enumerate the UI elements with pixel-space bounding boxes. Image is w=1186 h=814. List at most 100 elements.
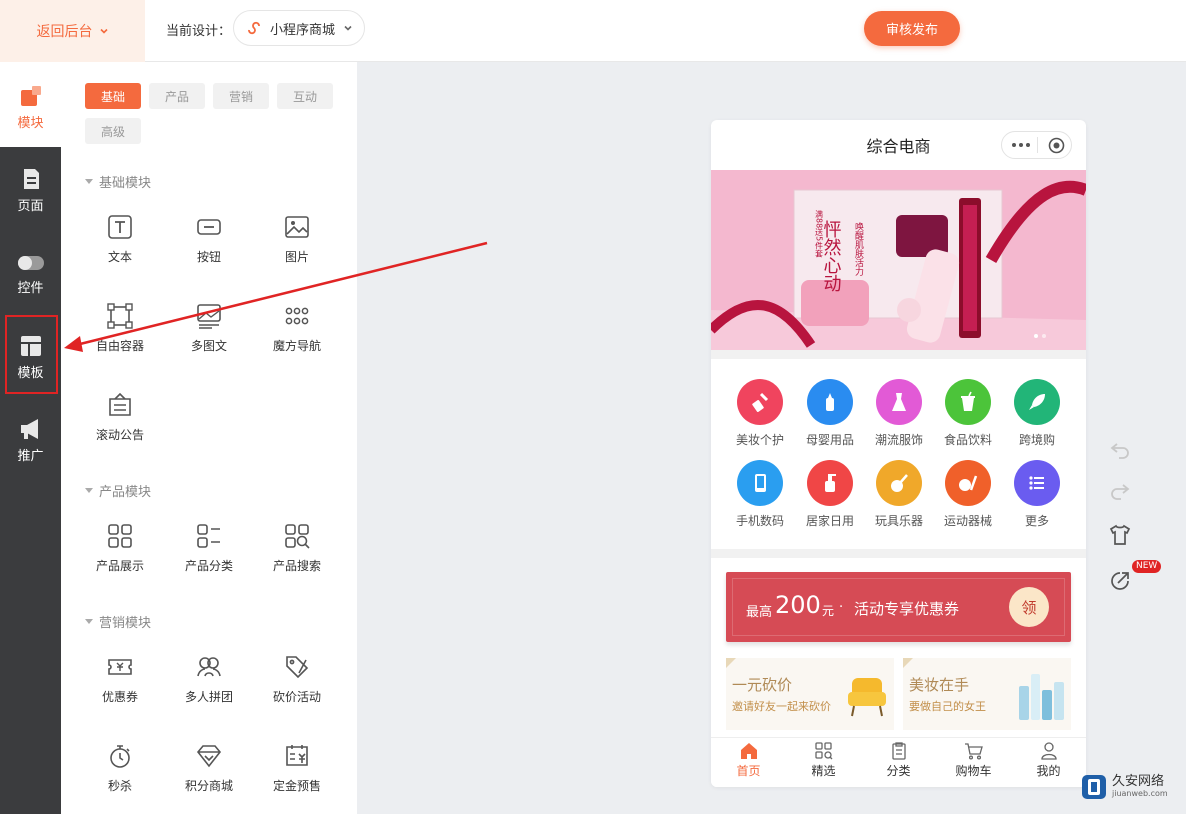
category-digital[interactable]: 手机数码 bbox=[725, 460, 795, 529]
publish-button[interactable]: 审核发布 bbox=[864, 11, 960, 46]
multi-image-icon bbox=[197, 304, 221, 329]
module-group-buy[interactable]: 多人拼团 bbox=[169, 654, 249, 724]
watermark-logo: 久安网络 jiuanweb.com bbox=[1080, 772, 1180, 802]
rocket-icon bbox=[1014, 379, 1060, 425]
section-marketing[interactable]: 营销模块 bbox=[85, 612, 151, 631]
close-target-icon bbox=[1048, 137, 1065, 154]
category-toys[interactable]: 玩具乐器 bbox=[864, 460, 934, 529]
category-food[interactable]: 食品饮料 bbox=[933, 379, 1003, 448]
rail-item-pages[interactable]: 页面 bbox=[0, 150, 61, 230]
coupon-dot: · bbox=[839, 600, 844, 615]
banner-tag: 满88送5件套 bbox=[815, 209, 824, 258]
list-icon bbox=[1014, 460, 1060, 506]
module-coupon[interactable]: 优惠券 bbox=[80, 654, 160, 724]
tabbar-home[interactable]: 首页 bbox=[711, 742, 786, 779]
module-label: 定金预售 bbox=[272, 779, 321, 793]
section-title: 产品模块 bbox=[99, 485, 152, 500]
rail-item-label: 页面 bbox=[17, 198, 44, 214]
module-flash-sale[interactable]: 秒杀 bbox=[80, 743, 160, 813]
section-basic[interactable]: 基础模块 bbox=[85, 172, 151, 191]
baby-bottle-icon bbox=[807, 379, 853, 425]
corner-tag-icon bbox=[903, 658, 913, 668]
promo-bargain[interactable]: 一元砍价 邀请好友一起来砍价 bbox=[726, 658, 894, 730]
tabbar-category[interactable]: 分类 bbox=[861, 742, 936, 779]
button-icon bbox=[197, 219, 221, 235]
tab-interaction[interactable]: 互动 bbox=[277, 83, 333, 109]
watermark-name: 久安网络 bbox=[1112, 774, 1165, 790]
module-product-search[interactable]: 产品搜索 bbox=[257, 523, 337, 593]
tab-advanced[interactable]: 高级 bbox=[85, 118, 141, 144]
category-fashion[interactable]: 潮流服饰 bbox=[864, 379, 934, 448]
armchair-image bbox=[848, 678, 886, 717]
tab-product[interactable]: 产品 bbox=[149, 83, 205, 109]
product-search-icon bbox=[285, 524, 310, 549]
undo-icon[interactable] bbox=[1108, 438, 1132, 462]
module-product-display[interactable]: 产品展示 bbox=[80, 523, 160, 593]
redo-icon[interactable] bbox=[1108, 479, 1132, 503]
category-more[interactable]: 更多 bbox=[1002, 460, 1072, 529]
module-button[interactable]: 按钮 bbox=[169, 214, 249, 284]
module-points-mall[interactable]: 积分商城 bbox=[169, 743, 249, 813]
category-label: 母婴用品 bbox=[805, 433, 854, 447]
module-text[interactable]: 文本 bbox=[80, 214, 160, 284]
watermark-url: jiuanweb.com bbox=[1112, 788, 1168, 798]
coupon-banner[interactable]: 最高 200 元 · 活动专享优惠券 领 bbox=[726, 572, 1071, 642]
blocks-icon bbox=[20, 85, 41, 106]
module-label: 多图文 bbox=[190, 339, 227, 353]
category-label: 跨境购 bbox=[1018, 433, 1055, 447]
megaphone-icon bbox=[20, 418, 38, 439]
design-select[interactable]: 小程序商城 bbox=[233, 10, 365, 46]
rail-item-label: 推广 bbox=[17, 448, 44, 464]
module-scroll-notice[interactable]: 滚动公告 bbox=[80, 392, 160, 462]
module-label: 自由容器 bbox=[95, 339, 144, 353]
rail-item-controls[interactable]: 控件 bbox=[0, 234, 61, 314]
back-to-admin-button[interactable]: 返回后台 bbox=[0, 0, 145, 62]
tabbar-featured[interactable]: 精选 bbox=[786, 742, 861, 779]
module-bargain[interactable]: 砍价活动 bbox=[257, 654, 337, 724]
share-icon[interactable] bbox=[1108, 569, 1132, 593]
banner-carousel[interactable]: 怦然心动 唤醒肌肤活力 满88送5件套 bbox=[711, 170, 1086, 350]
tabbar-cart[interactable]: 购物车 bbox=[936, 742, 1011, 779]
category-beauty[interactable]: 美妆个护 bbox=[725, 379, 795, 448]
category-household[interactable]: 居家日用 bbox=[795, 460, 865, 529]
left-rail: 模块 页面 控件 模板 推广 bbox=[0, 62, 61, 814]
module-label: 多人拼团 bbox=[184, 690, 233, 704]
section-product[interactable]: 产品模块 bbox=[85, 481, 151, 500]
module-multi-image[interactable]: 多图文 bbox=[169, 303, 249, 373]
category-sports[interactable]: 运动器械 bbox=[933, 460, 1003, 529]
lipstick-icon bbox=[737, 379, 783, 425]
category-cross-border[interactable]: 跨境购 bbox=[1002, 379, 1072, 448]
chevron-down-icon bbox=[99, 28, 108, 34]
module-label: 滚动公告 bbox=[95, 428, 144, 442]
banner-image: 怦然心动 唤醒肌肤活力 满88送5件套 bbox=[711, 170, 1086, 350]
tab-marketing[interactable]: 营销 bbox=[213, 83, 269, 109]
module-label: 砍价活动 bbox=[272, 690, 321, 704]
shirt-icon[interactable] bbox=[1108, 523, 1132, 547]
category-baby[interactable]: 母婴用品 bbox=[795, 379, 865, 448]
promo-beauty[interactable]: 美妆在手 要做自己的女王 bbox=[903, 658, 1071, 730]
top-bar: 返回后台 当前设计： 小程序商城 审核发布 bbox=[0, 0, 1186, 62]
rail-item-modules[interactable]: 模块 bbox=[0, 67, 61, 147]
module-image[interactable]: 图片 bbox=[257, 214, 337, 284]
module-free-container[interactable]: 自由容器 bbox=[80, 303, 160, 373]
rail-item-promote[interactable]: 推广 bbox=[0, 400, 61, 480]
module-label: 产品搜索 bbox=[272, 559, 321, 573]
category-label: 玩具乐器 bbox=[874, 514, 923, 528]
module-panel: 基础 产品 营销 互动 高级 基础模块 文本 按钮 图片 自由容器 多图文 魔方… bbox=[61, 62, 357, 814]
module-grid-nav[interactable]: 魔方导航 bbox=[257, 303, 337, 373]
banner-headline: 怦然心动 bbox=[821, 220, 842, 292]
group-buy-icon bbox=[197, 657, 221, 677]
tabbar-me[interactable]: 我的 bbox=[1011, 742, 1086, 779]
grid-search-icon bbox=[814, 742, 832, 760]
module-product-category[interactable]: 产品分类 bbox=[169, 523, 249, 593]
section-title: 营销模块 bbox=[99, 616, 152, 631]
cosmetics-image bbox=[1019, 674, 1064, 720]
phone-icon bbox=[737, 460, 783, 506]
section-title: 基础模块 bbox=[99, 176, 152, 191]
toggle-icon bbox=[17, 255, 44, 270]
coupon-claim-button[interactable]: 领 bbox=[1009, 587, 1049, 627]
current-design-label: 当前设计： bbox=[166, 24, 232, 39]
module-deposit-presale[interactable]: 定金预售 bbox=[257, 743, 337, 813]
tab-basic[interactable]: 基础 bbox=[85, 83, 141, 109]
category-label: 更多 bbox=[1024, 514, 1049, 528]
